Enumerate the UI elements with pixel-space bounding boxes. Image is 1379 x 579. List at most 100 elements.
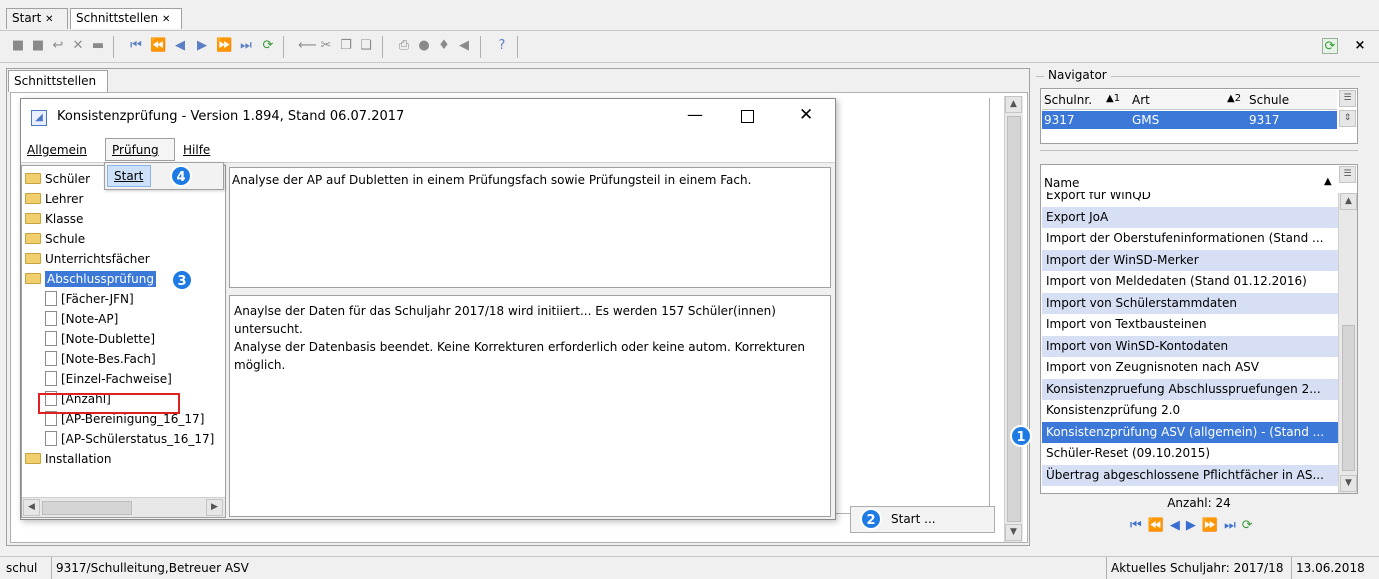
- list-menu-icon[interactable]: ☰: [1339, 166, 1356, 183]
- scroll-thumb[interactable]: [1342, 325, 1355, 471]
- arrow-left-icon[interactable]: ⟵: [298, 38, 317, 54]
- menu-allgemein[interactable]: Allgemein: [27, 143, 87, 157]
- tree-item[interactable]: [Note-AP]: [25, 309, 225, 329]
- cut-icon[interactable]: ✂: [318, 38, 334, 54]
- col-schule[interactable]: Schule: [1249, 93, 1289, 107]
- view-icon[interactable]: ●: [416, 38, 432, 54]
- list-item[interactable]: Export für WinQD: [1042, 192, 1338, 207]
- list-item[interactable]: Import von Zeugnisnoten nach ASV: [1042, 357, 1338, 379]
- folder-icon: [25, 173, 41, 184]
- col-art[interactable]: Art: [1132, 93, 1150, 107]
- list-item[interactable]: Konsistenzpruefung Abschlusspruefungen 2…: [1042, 378, 1338, 400]
- list-item[interactable]: Konsistenzprüfung ASV (allgemein) - (Sta…: [1042, 421, 1338, 443]
- last-record-icon[interactable]: ⏭: [1224, 518, 1242, 533]
- refresh-panel-icon[interactable]: ⟳: [1322, 38, 1338, 54]
- page-forward-icon[interactable]: ⏩: [1202, 518, 1224, 533]
- next-icon[interactable]: ▶: [194, 38, 210, 54]
- sort-asc-icon[interactable]: ▲1: [1106, 93, 1120, 104]
- list-item[interactable]: Import der Oberstufeninformationen (Stan…: [1042, 228, 1338, 250]
- status-separator: [1106, 557, 1107, 579]
- tab-start[interactable]: Start ✕: [6, 8, 68, 29]
- dialog-titlebar: ◢ Konsistenzprüfung - Version 1.894, Sta…: [21, 99, 835, 137]
- undo-icon[interactable]: ↩: [50, 38, 66, 54]
- tree-item[interactable]: [Note-Bes.Fach]: [25, 349, 225, 369]
- tree-item[interactable]: Abschlussprüfung: [25, 269, 225, 289]
- tree-item[interactable]: Klasse: [25, 209, 225, 229]
- tab-schnittstellen-panel[interactable]: Schnittstellen: [8, 70, 108, 92]
- previous-icon[interactable]: ◀: [1170, 518, 1186, 533]
- next-icon[interactable]: ▶: [1186, 518, 1202, 533]
- comment-icon[interactable]: ▬: [90, 38, 106, 54]
- col-name[interactable]: Name: [1044, 176, 1079, 190]
- first-record-icon[interactable]: ⏮: [1130, 518, 1148, 533]
- scroll-down-icon[interactable]: ▼: [1005, 524, 1022, 541]
- sort-asc-icon[interactable]: ▲: [1324, 176, 1332, 187]
- tree-item-label: Installation: [45, 452, 112, 466]
- close-panel-icon[interactable]: ×: [1352, 38, 1368, 54]
- toolbar: ■ ■ ↩ ✕ ▬ ⏮ ⏪ ◀ ▶ ⏩ ⏭ ⟳ ⟵ ✂ ❐ ❑ ⎙ ● ♦ ◀ …: [0, 30, 1379, 63]
- previous-icon[interactable]: ◀: [172, 38, 188, 54]
- hscroll-thumb[interactable]: [42, 501, 132, 515]
- maximize-icon[interactable]: [741, 110, 754, 123]
- list-item[interactable]: Import von Schülerstammdaten: [1042, 292, 1338, 314]
- cell-art: GMS: [1132, 113, 1160, 127]
- menu-hilfe[interactable]: Hilfe: [183, 143, 210, 157]
- page-back-icon[interactable]: ⏪: [1148, 518, 1170, 533]
- new-record-icon[interactable]: ■: [10, 38, 26, 54]
- refresh-icon[interactable]: ⟳: [1242, 518, 1259, 533]
- list-item[interactable]: Import der WinSD-Merker: [1042, 249, 1338, 271]
- help-icon[interactable]: ?: [494, 38, 510, 54]
- list-item[interactable]: Konsistenzprüfung 2.0: [1042, 400, 1338, 422]
- tree-item-label: [AP-Schülerstatus_16_17]: [61, 432, 215, 446]
- bulb-icon[interactable]: ♦: [436, 38, 452, 54]
- copy-icon[interactable]: ❐: [338, 38, 354, 54]
- scroll-right-icon[interactable]: ▶: [206, 499, 223, 516]
- tree-item[interactable]: [AP-Schülerstatus_16_17]: [25, 429, 225, 449]
- tree-item[interactable]: Lehrer: [25, 189, 225, 209]
- list-item[interactable]: Import von Meldedaten (Stand 01.12.2016): [1042, 271, 1338, 293]
- print-icon[interactable]: ⎙: [396, 38, 412, 54]
- tree-item[interactable]: Unterrichtsfächer: [25, 249, 225, 269]
- tree-item[interactable]: [Note-Dublette]: [25, 329, 225, 349]
- close-icon[interactable]: ✕: [799, 105, 813, 125]
- close-icon[interactable]: ✕: [45, 14, 53, 25]
- close-icon[interactable]: ✕: [162, 14, 170, 25]
- scroll-thumb[interactable]: [1007, 116, 1021, 522]
- tab-schnittstellen[interactable]: Schnittstellen ✕: [70, 8, 182, 29]
- minimize-icon[interactable]: —: [687, 105, 703, 124]
- tree-hscrollbar[interactable]: ◀ ▶: [22, 497, 225, 517]
- sort-asc-icon[interactable]: ▲2: [1227, 93, 1241, 104]
- delete-icon[interactable]: ✕: [70, 38, 86, 54]
- list-item[interactable]: Übertrag abgeschlossene Pflichtfächer in…: [1042, 464, 1338, 486]
- list-scrollbar[interactable]: ▲ ▼: [1338, 193, 1357, 493]
- scroll-up-icon[interactable]: ▲: [1340, 193, 1357, 210]
- tree-item[interactable]: Schule: [25, 229, 225, 249]
- refresh-icon[interactable]: ⟳: [260, 38, 276, 54]
- menu-pruefung[interactable]: Prüfung: [105, 138, 175, 161]
- scroll-up-icon[interactable]: ▲: [1005, 96, 1022, 113]
- page-forward-icon[interactable]: ⏩: [216, 38, 232, 54]
- list-item[interactable]: Export JoA: [1042, 206, 1338, 228]
- list-item[interactable]: Import von WinSD-Kontodaten: [1042, 335, 1338, 357]
- dropdown-start-item[interactable]: Start: [107, 165, 151, 187]
- grid-scroll-icon[interactable]: ⇕: [1339, 110, 1356, 127]
- tree-item[interactable]: [Einzel-Fachweise]: [25, 369, 225, 389]
- tree-item[interactable]: [Fächer-JFN]: [25, 289, 225, 309]
- first-record-icon[interactable]: ⏮: [128, 38, 144, 54]
- col-schulnr[interactable]: Schulnr.: [1044, 93, 1092, 107]
- announce-icon[interactable]: ◀: [456, 38, 472, 54]
- document-icon: [45, 291, 57, 306]
- school-row[interactable]: 9317 GMS 9317: [1042, 111, 1337, 129]
- tab-start-label: Start: [12, 11, 42, 25]
- last-record-icon[interactable]: ⏭: [238, 38, 254, 54]
- page-back-icon[interactable]: ⏪: [150, 38, 166, 54]
- grid-menu-icon[interactable]: ☰: [1339, 90, 1356, 107]
- scroll-down-icon[interactable]: ▼: [1340, 475, 1357, 492]
- tree-item[interactable]: Installation: [25, 449, 225, 469]
- scroll-left-icon[interactable]: ◀: [23, 499, 40, 516]
- paste-icon[interactable]: ❑: [358, 38, 374, 54]
- list-item[interactable]: Schüler-Reset (09.10.2015): [1042, 443, 1338, 465]
- list-item[interactable]: Import von Textbausteinen: [1042, 314, 1338, 336]
- content-scrollbar[interactable]: ▲ ▼: [1004, 96, 1023, 542]
- save-icon[interactable]: ■: [30, 38, 46, 54]
